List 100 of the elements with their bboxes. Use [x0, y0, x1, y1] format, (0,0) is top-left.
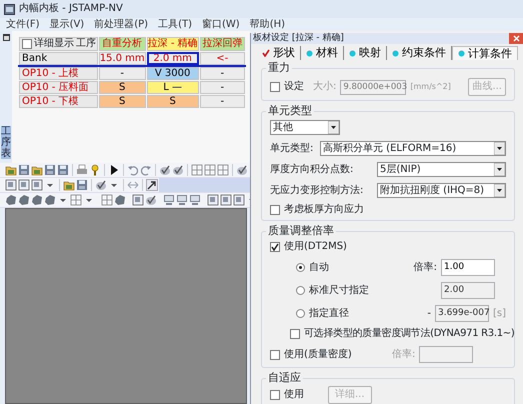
menu-item[interactable]: 前处理器(P): [94, 18, 148, 30]
frame-icon[interactable]: [220, 194, 232, 206]
group-title: 单元类型: [267, 105, 313, 118]
folder-icon[interactable]: [63, 179, 75, 191]
checkmark-icon: [262, 49, 270, 57]
table-cell[interactable]: -: [200, 81, 245, 94]
dropdown[interactable]: 5层(NIP): [377, 162, 506, 178]
row-name[interactable]: OP10 - 下模: [19, 95, 98, 108]
close-button[interactable]: [509, 33, 523, 44]
checkbox-label: 可选择类型的质量密度调节法(DYNA971 R3.1~): [304, 328, 514, 340]
radio-button[interactable]: [296, 309, 305, 318]
checkbox[interactable]: [290, 329, 300, 340]
save-icon[interactable]: [57, 164, 69, 176]
row-name[interactable]: OP10 - 上模: [19, 67, 98, 80]
column-header[interactable]: 拉深回弹: [200, 37, 245, 51]
tab[interactable]: 材料: [301, 46, 344, 60]
checkbox[interactable]: [22, 39, 32, 49]
table-cell[interactable]: S: [98, 81, 146, 94]
checkmark-icon[interactable]: [95, 179, 107, 191]
monitor-icon[interactable]: [176, 194, 188, 206]
unit-label: [s]: [492, 308, 506, 320]
checkmark-icon[interactable]: [159, 164, 171, 176]
row-name[interactable]: Bank: [19, 52, 98, 65]
radio-label: 标准尺寸指定: [309, 284, 370, 297]
radio-button[interactable]: [296, 286, 305, 296]
grid-icon[interactable]: [204, 164, 216, 176]
checkbox[interactable]: [270, 205, 280, 216]
frame-icon[interactable]: [132, 194, 144, 206]
checkbox[interactable]: [270, 350, 280, 360]
frame-icon[interactable]: [31, 179, 43, 191]
table-cell[interactable]: L —: [146, 81, 199, 94]
undo-icon[interactable]: [127, 164, 139, 176]
checkbox-label: 使用: [284, 389, 305, 402]
grid-icon[interactable]: [101, 194, 113, 206]
column-header[interactable]: 拉深 - 精确: [146, 37, 199, 51]
grid-icon[interactable]: [217, 164, 229, 176]
grid-icon[interactable]: [191, 164, 203, 176]
checkbox[interactable]: [270, 82, 280, 92]
diagonal-arrow-icon[interactable]: [146, 179, 158, 191]
monitor-icon[interactable]: [163, 194, 175, 206]
table-cell[interactable]: 2.0 mm: [146, 52, 199, 65]
checkmark-icon[interactable]: [172, 164, 184, 176]
save-icon[interactable]: [18, 164, 30, 176]
unit-label: [mm/s^2]: [410, 82, 451, 92]
dropdown[interactable]: 高斯积分单元 (ELFORM=16): [320, 141, 506, 156]
dropdown[interactable]: 其他: [270, 120, 340, 136]
frame-icon[interactable]: [18, 179, 30, 191]
frame-icon[interactable]: [5, 179, 17, 191]
dialog-title: 板材设定 [拉深 - 精确]: [253, 33, 344, 44]
menu-item[interactable]: 文件(F): [6, 18, 40, 30]
menu-item[interactable]: 帮助(H): [250, 18, 286, 30]
printer-icon[interactable]: [76, 164, 88, 176]
frame-icon[interactable]: [233, 194, 245, 206]
tab[interactable]: 映射: [344, 46, 387, 60]
table-cell[interactable]: S: [98, 95, 146, 108]
table-cell[interactable]: -: [98, 67, 146, 80]
table-cell[interactable]: S: [146, 95, 199, 108]
table-cell[interactable]: -: [200, 67, 245, 80]
folder-icon[interactable]: [31, 164, 43, 176]
table-cell[interactable]: V 3000: [146, 67, 199, 80]
column-header[interactable]: 自重分析: [98, 37, 146, 51]
caret-icon: [494, 142, 505, 156]
menu-item[interactable]: 显示(V): [50, 18, 84, 30]
input-field[interactable]: 1.00: [441, 259, 495, 276]
row-name[interactable]: OP10 - 压料面: [19, 81, 98, 94]
grid-icon[interactable]: [70, 194, 82, 206]
checkmark-icon[interactable]: [236, 164, 248, 176]
caret-icon: [494, 163, 505, 176]
menu-item[interactable]: 工具(T): [158, 18, 192, 30]
radio-button[interactable]: [296, 263, 305, 272]
save-icon[interactable]: [44, 164, 56, 176]
checkbox-label: 设定: [284, 81, 304, 94]
save-icon[interactable]: [76, 179, 88, 191]
checkbox[interactable]: [270, 242, 280, 252]
tab[interactable]: 计算条件: [452, 46, 518, 60]
input-field[interactable]: [419, 346, 474, 364]
checkmark-icon[interactable]: [145, 194, 157, 206]
tab[interactable]: 形状: [257, 46, 301, 60]
checkbox-label: 详细显示: [34, 38, 74, 50]
dot-icon: [458, 50, 465, 57]
checkbox-label: 使用(质量密度): [284, 348, 353, 361]
input-field[interactable]: 2.00: [441, 282, 495, 300]
key-icon[interactable]: [89, 164, 101, 176]
table-cell[interactable]: -: [200, 95, 245, 108]
side-tab[interactable]: 工序表: [1, 126, 11, 159]
field-label: -: [426, 308, 431, 320]
menu-item[interactable]: 窗口(W): [202, 18, 240, 30]
table-cell[interactable]: <-: [200, 52, 245, 65]
input-field[interactable]: 3.699e-007: [434, 305, 489, 322]
table-cell[interactable]: 15.0 mm: [98, 52, 146, 65]
field-label: 无应力变形控制方法:: [270, 184, 364, 197]
window-icon[interactable]: [2, 34, 10, 41]
checkbox[interactable]: [270, 390, 280, 400]
dropdown[interactable]: 附加抗扭刚度 (IHQ=8): [377, 183, 506, 198]
frame-icon[interactable]: [207, 194, 219, 206]
monitor-icon[interactable]: [189, 194, 201, 206]
window-title: 内幅内板 - JSTAMP-NV: [19, 3, 123, 15]
close-icon: [512, 35, 520, 42]
folder-icon[interactable]: [5, 164, 17, 176]
double-arrow-icon[interactable]: [127, 179, 139, 191]
